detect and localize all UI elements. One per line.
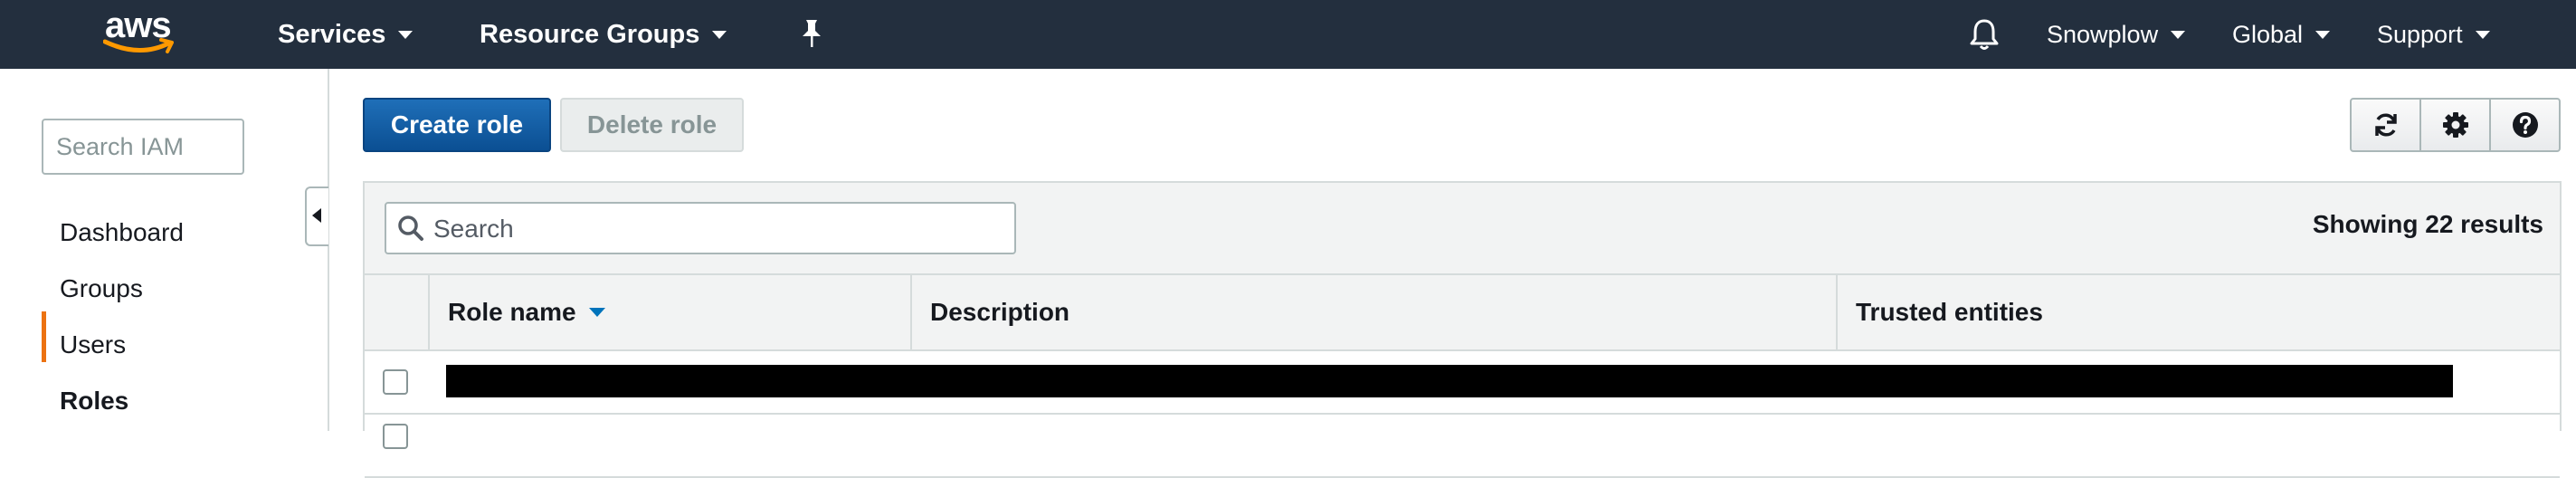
row-checkbox[interactable]: [383, 369, 408, 395]
row-checkbox[interactable]: [383, 424, 408, 449]
results-count: Showing 22 results: [2312, 210, 2543, 238]
column-role-name[interactable]: Role name: [428, 275, 910, 349]
table-header-row: Role name Description Trusted entities: [365, 275, 2560, 351]
sort-descending-icon[interactable]: [588, 308, 605, 317]
sidebar-item-users[interactable]: Users: [60, 330, 126, 359]
column-trusted-entities-label: Trusted entities: [1856, 298, 2043, 326]
roles-table-panel: Showing 22 results Role name Description…: [363, 181, 2562, 478]
help-icon: [2512, 112, 2538, 138]
table-row[interactable]: [365, 415, 2560, 478]
sidebar-item-groups[interactable]: Groups: [60, 274, 143, 303]
account-label: Snowplow: [2047, 20, 2159, 48]
column-description[interactable]: Description: [910, 275, 1836, 349]
bell-icon[interactable]: [1968, 17, 2001, 52]
table-actions-group: [2350, 98, 2561, 152]
caret-left-icon: [312, 208, 321, 223]
sidebar-collapse-toggle[interactable]: [305, 186, 328, 246]
delete-role-button[interactable]: Delete role: [560, 98, 744, 152]
chevron-down-icon: [2315, 30, 2331, 39]
sidebar-item-dashboard[interactable]: Dashboard: [60, 218, 184, 247]
resource-groups-menu[interactable]: Resource Groups: [480, 0, 727, 69]
aws-smile-icon: [103, 38, 174, 53]
chevron-down-icon: [2475, 30, 2490, 39]
top-navigation-bar: aws Services Resource Groups Snowplow Gl…: [0, 0, 2576, 69]
services-label: Services: [278, 19, 386, 49]
table-filter-bar: Showing 22 results: [365, 183, 2560, 275]
region-label: Global: [2232, 20, 2304, 48]
column-description-label: Description: [930, 298, 1070, 326]
account-menu[interactable]: Snowplow: [2047, 0, 2186, 69]
redacted-row-content: [446, 365, 2453, 397]
refresh-button[interactable]: [2352, 100, 2419, 150]
services-menu[interactable]: Services: [278, 0, 413, 69]
table-search-box[interactable]: [385, 202, 1016, 254]
chevron-down-icon: [712, 30, 727, 39]
gear-icon: [2442, 112, 2468, 138]
table-search-input[interactable]: [432, 204, 1005, 254]
select-all-column: [365, 275, 428, 349]
refresh-icon: [2374, 113, 2397, 137]
support-menu[interactable]: Support: [2377, 0, 2490, 69]
create-role-button[interactable]: Create role: [363, 98, 551, 152]
search-iam-input[interactable]: [42, 119, 244, 175]
support-label: Support: [2377, 20, 2463, 48]
pin-icon[interactable]: [798, 18, 825, 49]
region-menu[interactable]: Global: [2232, 0, 2331, 69]
column-role-name-label: Role name: [448, 298, 576, 326]
table-row[interactable]: [365, 351, 2560, 415]
aws-logo[interactable]: aws: [98, 5, 183, 58]
active-item-indicator: [42, 311, 46, 362]
sidebar-item-roles[interactable]: Roles: [60, 387, 128, 416]
help-button[interactable]: [2489, 100, 2559, 150]
settings-button[interactable]: [2419, 100, 2489, 150]
column-trusted-entities[interactable]: Trusted entities: [1836, 275, 2560, 349]
chevron-down-icon: [398, 30, 413, 39]
iam-sidebar: Dashboard Groups Users Roles: [0, 69, 329, 431]
chevron-down-icon: [2171, 30, 2186, 39]
search-icon: [398, 215, 423, 241]
resource-groups-label: Resource Groups: [480, 19, 700, 49]
